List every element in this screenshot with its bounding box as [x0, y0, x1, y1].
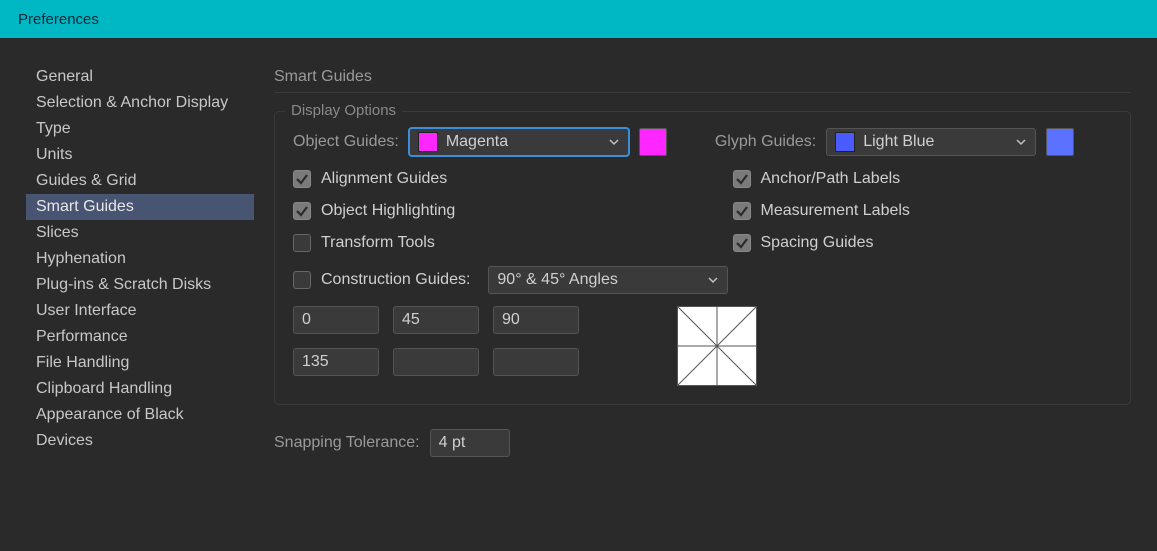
angle-input-0[interactable]	[293, 306, 379, 334]
sidebar-item-appearance-of-black[interactable]: Appearance of Black	[26, 402, 254, 428]
object-guides-label: Object Guides:	[293, 133, 399, 151]
sidebar-item-hyphenation[interactable]: Hyphenation	[26, 246, 254, 272]
main-pane: Smart Guides Display Options Object Guid…	[274, 64, 1131, 551]
chevron-down-icon	[608, 136, 620, 148]
spacing-guides-row: Spacing Guides	[733, 234, 1113, 252]
angle-input-5[interactable]	[493, 348, 579, 376]
object-highlighting-row: Object Highlighting	[293, 202, 673, 220]
transform-tools-row: Transform Tools	[293, 234, 673, 252]
measurement-labels-row: Measurement Labels	[733, 202, 1113, 220]
chevron-down-icon	[1015, 136, 1027, 148]
divider	[274, 92, 1131, 93]
sidebar-item-units[interactable]: Units	[26, 142, 254, 168]
object-highlighting-checkbox[interactable]	[293, 202, 311, 220]
titlebar: Preferences	[0, 0, 1157, 38]
anchor-path-labels-checkbox[interactable]	[733, 170, 751, 188]
construction-guides-label: Construction Guides:	[321, 271, 470, 289]
glyph-guides-color-swatch-inline	[835, 132, 855, 152]
angle-input-4[interactable]	[393, 348, 479, 376]
angle-input-3[interactable]	[293, 348, 379, 376]
glyph-guides-select[interactable]: Light Blue	[826, 128, 1036, 156]
glyph-guides-value: Light Blue	[863, 133, 934, 151]
transform-tools-label: Transform Tools	[321, 234, 435, 252]
sidebar-item-slices[interactable]: Slices	[26, 220, 254, 246]
display-options-panel: Display Options Object Guides: Magenta G…	[274, 111, 1131, 405]
alignment-guides-row: Alignment Guides	[293, 170, 673, 188]
alignment-guides-label: Alignment Guides	[321, 170, 447, 188]
spacing-guides-checkbox[interactable]	[733, 234, 751, 252]
angle-input-2[interactable]	[493, 306, 579, 334]
object-guides-value: Magenta	[446, 133, 508, 151]
construction-guides-value: 90° & 45° Angles	[497, 271, 617, 289]
sidebar-item-smart-guides[interactable]: Smart Guides	[26, 194, 254, 220]
object-highlighting-label: Object Highlighting	[321, 202, 455, 220]
construction-guides-checkbox[interactable]	[293, 271, 311, 289]
spacing-guides-label: Spacing Guides	[761, 234, 874, 252]
page-title: Smart Guides	[274, 64, 1131, 92]
object-guides-swatch[interactable]	[639, 128, 667, 156]
panel-title: Display Options	[285, 102, 402, 119]
window-title: Preferences	[18, 11, 99, 28]
content: GeneralSelection & Anchor DisplayTypeUni…	[0, 38, 1157, 551]
sidebar: GeneralSelection & Anchor DisplayTypeUni…	[26, 64, 254, 551]
angle-input-1[interactable]	[393, 306, 479, 334]
glyph-guides-swatch[interactable]	[1046, 128, 1074, 156]
alignment-guides-checkbox[interactable]	[293, 170, 311, 188]
sidebar-item-general[interactable]: General	[26, 64, 254, 90]
sidebar-item-devices[interactable]: Devices	[26, 428, 254, 454]
sidebar-item-selection-anchor-display[interactable]: Selection & Anchor Display	[26, 90, 254, 116]
sidebar-item-clipboard-handling[interactable]: Clipboard Handling	[26, 376, 254, 402]
transform-tools-checkbox[interactable]	[293, 234, 311, 252]
sidebar-item-user-interface[interactable]: User Interface	[26, 298, 254, 324]
anchor-path-labels-label: Anchor/Path Labels	[761, 170, 901, 188]
object-guides-select[interactable]: Magenta	[409, 128, 629, 156]
glyph-guides-label: Glyph Guides:	[715, 133, 816, 151]
snapping-tolerance-label: Snapping Tolerance:	[274, 434, 420, 452]
chevron-down-icon	[707, 274, 719, 286]
sidebar-item-guides-grid[interactable]: Guides & Grid	[26, 168, 254, 194]
measurement-labels-checkbox[interactable]	[733, 202, 751, 220]
anchor-path-labels-row: Anchor/Path Labels	[733, 170, 1113, 188]
angle-preview	[677, 306, 757, 386]
measurement-labels-label: Measurement Labels	[761, 202, 910, 220]
sidebar-item-performance[interactable]: Performance	[26, 324, 254, 350]
sidebar-item-file-handling[interactable]: File Handling	[26, 350, 254, 376]
object-guides-color-swatch-inline	[418, 132, 438, 152]
snapping-tolerance-input[interactable]	[430, 429, 510, 457]
sidebar-item-type[interactable]: Type	[26, 116, 254, 142]
sidebar-item-plug-ins-scratch-disks[interactable]: Plug-ins & Scratch Disks	[26, 272, 254, 298]
construction-guides-select[interactable]: 90° & 45° Angles	[488, 266, 728, 294]
